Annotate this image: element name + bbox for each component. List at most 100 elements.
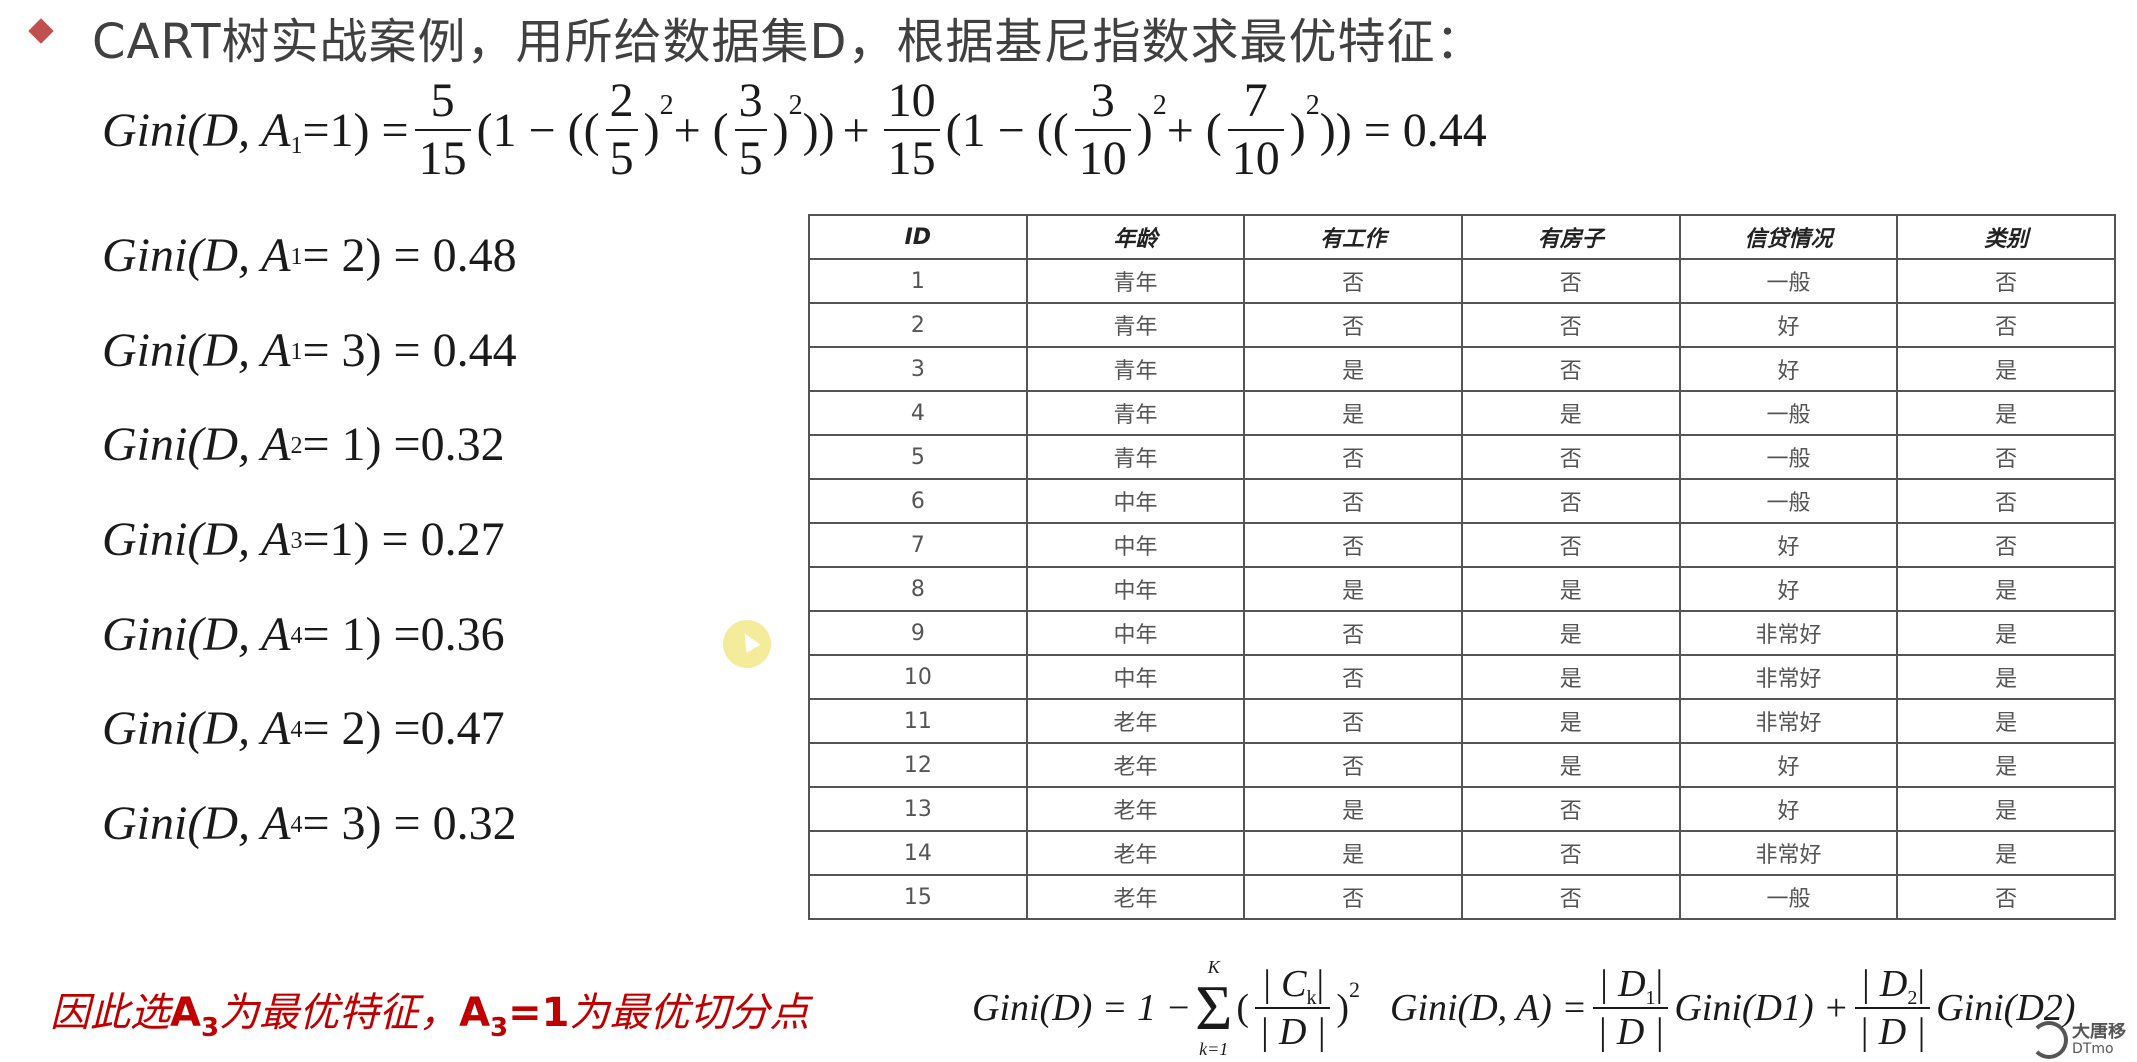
table-row: 7 中年否否好否 <box>808 522 2116 568</box>
gini-main-lhs: Gini(D, A <box>102 103 291 157</box>
table-cell: 中年 <box>1025 654 1246 700</box>
table-cell: 否 <box>1460 830 1681 876</box>
table-cell: 是 <box>1896 742 2116 788</box>
table-cell: 老年 <box>1025 874 1246 920</box>
table-cell: 是 <box>1896 786 2116 832</box>
ck-fraction: | Ck| | D | <box>1255 965 1331 1051</box>
table-cell: 否 <box>1460 302 1681 348</box>
gini-values-list: Gini(D, A1 = 2) = 0.48 Gini(D, A1 = 3) = … <box>102 228 517 891</box>
table-cell: 中年 <box>1025 522 1246 568</box>
table-cell: 是 <box>1896 610 2116 656</box>
table-cell: 否 <box>1460 258 1681 304</box>
table-cell: 是 <box>1896 390 2116 436</box>
table-cell: 是 <box>1460 742 1681 788</box>
table-cell: 6 <box>808 478 1028 524</box>
d2-fraction: | D2| | D | <box>1854 965 1931 1051</box>
table-cell: 否 <box>1460 874 1681 920</box>
table-row: 1 青年否否一般否 <box>808 258 2116 304</box>
table-cell: 中年 <box>1025 478 1246 524</box>
table-header-cell: 信贷情况 <box>1678 214 1899 260</box>
fraction-1: 5 15 <box>414 77 471 183</box>
table-cell: 否 <box>1243 742 1463 788</box>
table-cell: 青年 <box>1025 434 1246 480</box>
brand-logo: 大唐移 DTmo <box>2030 1018 2137 1062</box>
table-cell: 一般 <box>1678 434 1899 480</box>
table-cell: 青年 <box>1025 302 1246 348</box>
table-row: 14 老年是否非常好是 <box>808 830 2116 876</box>
table-row: 13 老年是否好是 <box>808 786 2116 832</box>
gini-value-row: Gini(D, A4 = 1) =0.36 <box>102 607 505 661</box>
table-header-cell: 类别 <box>1896 214 2116 260</box>
plus-1: + ( <box>673 103 729 157</box>
table-cell: 是 <box>1460 390 1681 436</box>
plus-3: + ( <box>1166 103 1222 157</box>
table-cell: 非常好 <box>1678 698 1899 744</box>
mouse-cursor-icon <box>723 620 771 668</box>
table-cell: 中年 <box>1025 566 1246 612</box>
table-cell: 否 <box>1243 478 1463 524</box>
table-cell: 8 <box>808 566 1028 612</box>
gini-main-formula: Gini(D, A 1 =1) = 5 15 (1 − (( 25 ) 2 + ( 35… <box>102 74 1487 185</box>
table-cell: 是 <box>1460 698 1681 744</box>
fraction-2: 25 <box>605 77 638 183</box>
table-cell: 否 <box>1243 874 1463 920</box>
table-cell: 是 <box>1243 566 1463 612</box>
table-cell: 4 <box>808 390 1028 436</box>
table-row: 6 中年否否一般否 <box>808 478 2116 524</box>
table-cell: 是 <box>1896 698 2116 744</box>
table-cell: 是 <box>1896 654 2116 700</box>
gini-value-row: Gini(D, A4 = 3) = 0.32 <box>102 797 517 851</box>
fraction-6: 7 10 <box>1227 77 1284 183</box>
table-cell: 一般 <box>1678 478 1899 524</box>
gini-value-row: Gini(D, A1 = 2) = 0.48 <box>102 229 517 282</box>
table-cell: 14 <box>808 830 1028 876</box>
table-cell: 否 <box>1896 874 2116 920</box>
table-cell: 9 <box>808 610 1028 656</box>
square-1: 2 <box>659 90 674 121</box>
table-cell: 好 <box>1678 346 1899 392</box>
table-cell: 7 <box>808 522 1028 568</box>
table-row: 11 老年否是非常好是 <box>808 698 2116 744</box>
table-row: 9 中年否是非常好是 <box>808 610 2116 656</box>
table-cell: 老年 <box>1025 830 1246 876</box>
fraction-3: 35 <box>734 77 767 183</box>
table-cell: 好 <box>1678 566 1899 612</box>
table-cell: 1 <box>808 258 1028 304</box>
table-cell: 老年 <box>1025 742 1246 788</box>
gini-value-row: Gini(D, A1 = 3) = 0.44 <box>102 323 517 377</box>
table-cell: 12 <box>808 742 1028 788</box>
gini-main-lhs-end: =1) = <box>302 103 409 157</box>
table-cell: 好 <box>1678 522 1899 568</box>
table-cell: 非常好 <box>1678 654 1899 700</box>
square-4: 2 <box>1305 90 1320 121</box>
table-cell: 否 <box>1460 434 1681 480</box>
table-cell: 青年 <box>1025 258 1246 304</box>
table-cell: 否 <box>1896 258 2116 304</box>
fraction-4: 10 15 <box>883 77 940 183</box>
table-header-row: ID 年龄 有工作 有房子 信贷情况 类别 <box>808 214 2116 260</box>
table-cell: 否 <box>1896 302 2116 348</box>
table-cell: 3 <box>808 346 1028 392</box>
table-cell: 否 <box>1243 522 1463 568</box>
table-header-cell: 有工作 <box>1243 214 1463 260</box>
table-row: 5 青年否否一般否 <box>808 434 2116 480</box>
table-cell: 一般 <box>1678 258 1899 304</box>
table-cell: 是 <box>1460 654 1681 700</box>
square-2: 2 <box>788 90 803 121</box>
table-cell: 2 <box>808 302 1028 348</box>
table-cell: 5 <box>808 434 1028 480</box>
gini-d-label: Gini(D) = 1 − <box>972 986 1192 1029</box>
gini-d1-term: Gini(D1) + <box>1674 986 1849 1029</box>
table-cell: 是 <box>1460 566 1681 612</box>
table-cell: 青年 <box>1025 390 1246 436</box>
table-row: 3 青年是否好是 <box>808 346 2116 392</box>
table-cell: 是 <box>1896 346 2116 392</box>
sigma-icon: K Σk=1 <box>1195 956 1233 1059</box>
dataset-table: ID 年龄 有工作 有房子 信贷情况 类别 1 青年否否一般否 2 青年否否好否 3 青年是否好是 4… <box>808 214 2116 920</box>
table-cell: 是 <box>1243 830 1463 876</box>
table-cell: 否 <box>1243 434 1463 480</box>
gini-value-row: Gini(D, A3 =1) = 0.27 <box>102 513 505 567</box>
fraction-5: 3 10 <box>1074 77 1131 183</box>
table-cell: 否 <box>1896 522 2116 568</box>
table-cell: 青年 <box>1025 346 1246 392</box>
